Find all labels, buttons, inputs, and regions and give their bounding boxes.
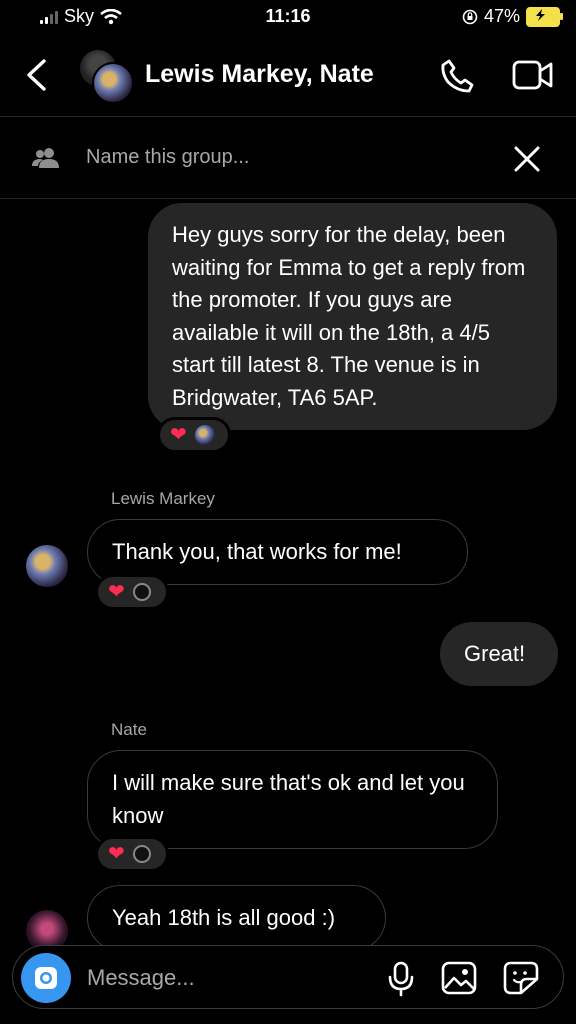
message-bubble-outgoing[interactable]: Hey guys sorry for the delay, been waiti… [148,203,557,430]
battery-percent: 47% [483,6,520,26]
reactor-avatar [132,845,151,863]
gallery-icon[interactable] [441,961,477,995]
sticker-icon[interactable] [503,961,539,995]
back-chevron-icon[interactable] [24,58,48,92]
chat-title[interactable]: Lewis Markey, Nate [145,60,374,89]
message-composer: Message... [12,945,564,1009]
message-bubble-incoming[interactable]: I will make sure that's ok and let you k… [87,750,498,849]
message-bubble-incoming[interactable]: Yeah 18th is all good :) [87,885,386,951]
message-text: Hey guys sorry for the delay, been waiti… [172,222,526,410]
close-icon[interactable] [514,146,540,172]
heart-reaction-icon: ❤ [108,843,125,865]
message-text: Yeah 18th is all good :) [112,905,336,930]
status-right: 47% [462,6,563,27]
message-input[interactable]: Message... [87,965,195,991]
heart-reaction-icon: ❤ [170,424,187,446]
message-bubble-outgoing[interactable]: Great! [440,622,558,686]
video-icon[interactable] [512,59,554,91]
avatar[interactable] [24,543,70,589]
battery-icon [526,6,563,27]
message-text: Great! [464,641,526,666]
group-avatar[interactable] [80,50,134,104]
heart-reaction-icon: ❤ [108,581,125,603]
reactor-avatar [132,583,151,601]
reactor-avatar [194,425,215,445]
phone-icon[interactable] [440,58,476,94]
chat-header: Lewis Markey, Nate [0,40,576,117]
reaction-bar[interactable]: ❤ [157,417,231,453]
group-icon [32,148,59,168]
rotation-lock-icon [462,9,478,24]
message-text: Thank you, that works for me! [112,539,402,564]
name-group-bar: Name this group... [0,118,576,199]
sender-name: Nate [111,720,147,739]
reaction-bar[interactable]: ❤ [95,574,169,610]
group-name-input[interactable]: Name this group... [86,146,249,169]
microphone-icon[interactable] [387,961,415,997]
status-bar: Sky 11:16 47% [0,0,576,34]
reaction-bar[interactable]: ❤ [95,836,169,872]
message-text: I will make sure that's ok and let you k… [112,770,465,828]
camera-button[interactable] [21,953,71,1003]
sender-name: Lewis Markey [111,489,215,508]
camera-icon [35,967,57,989]
